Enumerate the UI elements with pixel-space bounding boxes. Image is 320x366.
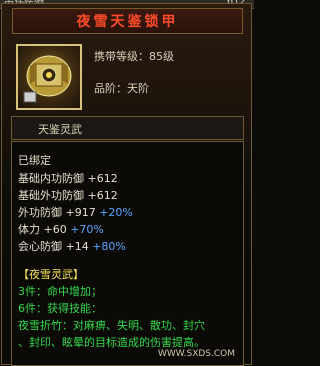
stat-bonus: +20% [99, 206, 133, 219]
item-title-bar: 夜雪天鉴锁甲 [12, 8, 243, 34]
grade-label: 品阶： [94, 82, 127, 95]
stat-base: +612 [87, 189, 118, 202]
set-bonus-6: 6件：获得技能： [18, 302, 102, 315]
set-name: 【夜雪灵武】 [18, 268, 84, 281]
stat-row: 体力 +60 +70% [18, 221, 104, 237]
stat-label: 基础内功防御 [18, 172, 84, 185]
stat-label: 会心防御 [18, 240, 62, 253]
grade-row: 品阶：天阶 [94, 80, 149, 96]
set-bonus-3: 3件：命中增加； [18, 285, 102, 298]
watermark: WWW.SXDS.COM [157, 349, 235, 359]
set-skill-line-1: 夜雪折竹：对麻痹、失明、散功、封穴 [18, 319, 205, 332]
stat-label: 外功防御 [18, 206, 62, 219]
stat-label: 体力 [18, 223, 40, 236]
stat-row: 基础内功防御 +612 [18, 170, 118, 186]
stat-row: 外功防御 +917 +20% [18, 204, 133, 220]
item-name: 夜雪天鉴锁甲 [76, 14, 179, 30]
armor-icon [16, 44, 82, 110]
stat-base: +917 [65, 206, 96, 219]
item-tooltip-panel: 夜雪天鉴锁甲 携带等级：85级 品阶：天阶 天鉴灵武 已绑定 基础内功防御 +6… [1, 3, 252, 366]
stat-row: 会心防御 +14 +80% [18, 238, 126, 254]
level-value: 85级 [149, 50, 174, 63]
grade-value: 天阶 [127, 82, 149, 95]
stat-label: 基础外功防御 [18, 189, 84, 202]
stat-bonus: +80% [92, 240, 126, 253]
stats-box: 已绑定 基础内功防御 +612 基础外功防御 +612 外功防御 +917 +2… [11, 141, 244, 366]
stat-base: +14 [65, 240, 89, 253]
level-row: 携带等级：85级 [94, 48, 174, 64]
stat-base: +612 [87, 172, 118, 185]
stat-bonus: +70% [70, 223, 104, 236]
set-section-title: 天鉴灵武 [38, 123, 82, 136]
set-section-bar: 天鉴灵武 [11, 116, 244, 140]
bound-status: 已绑定 [18, 154, 51, 167]
stat-base: +60 [43, 223, 67, 236]
set-skill-line-2: 、封印、眩晕的目标造成的伤害提高。 [18, 336, 205, 349]
level-label: 携带等级： [94, 50, 149, 63]
stat-row: 基础外功防御 +612 [18, 187, 118, 203]
